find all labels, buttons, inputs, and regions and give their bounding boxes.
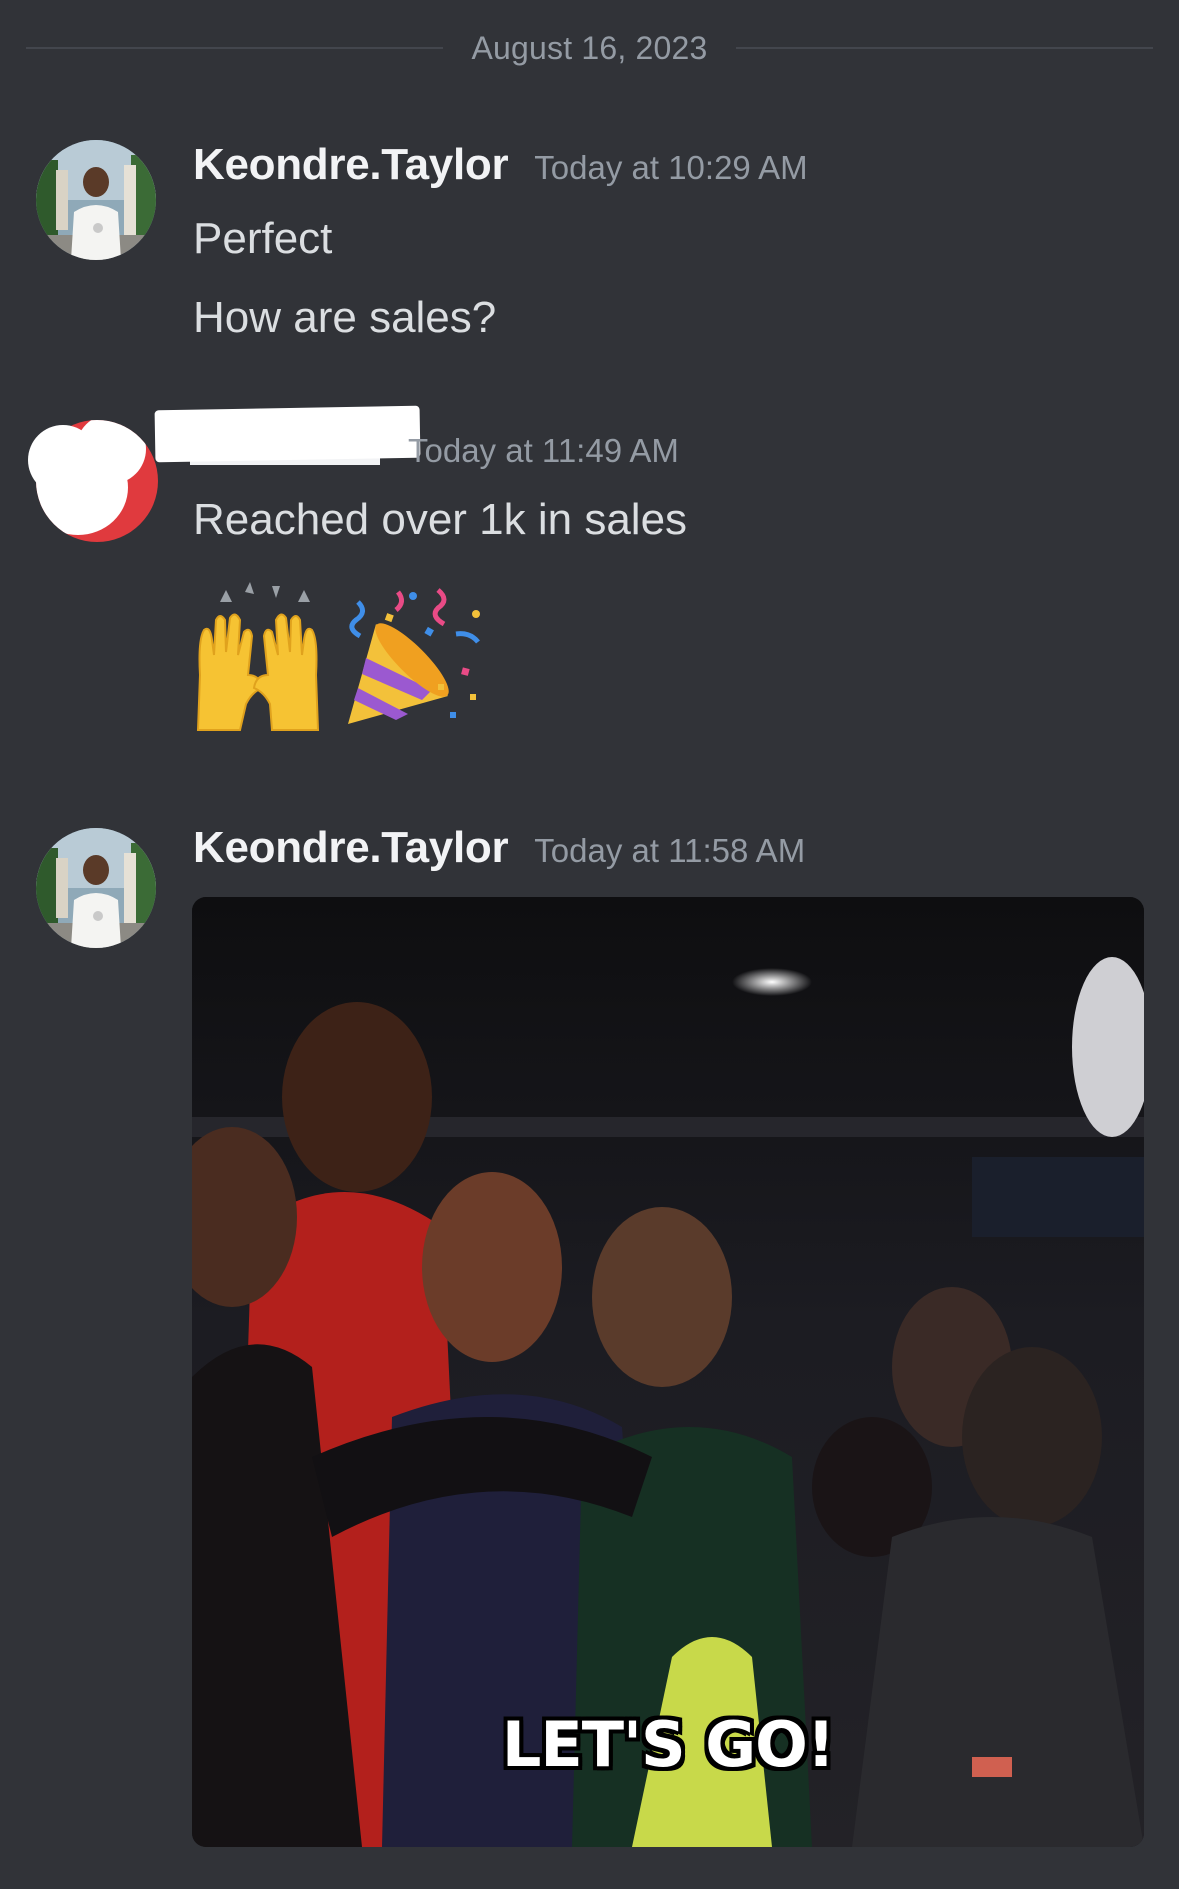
gif-attachment[interactable]: LET'S GO! (192, 897, 1144, 1847)
date-divider: August 16, 2023 (26, 28, 1154, 68)
redaction-mark (28, 425, 98, 495)
divider-line-right (735, 47, 1154, 49)
gif-caption: LET'S GO! (501, 1708, 835, 1781)
username[interactable]: Keondre.Taylor (193, 823, 509, 873)
message-text: How are sales? (193, 293, 497, 342)
message-header: Keondre.Taylor Today at 11:58 AM (193, 823, 805, 873)
timestamp: Today at 10:29 AM (534, 149, 808, 186)
divider-date: August 16, 2023 (471, 29, 708, 66)
message-header: Keondre.Taylor Today at 10:29 AM (193, 140, 808, 190)
timestamp: Today at 11:58 AM (534, 832, 806, 869)
party-popper-emoji (338, 584, 488, 738)
message-text: Perfect (193, 214, 333, 263)
timestamp: Today at 11:49 AM (408, 432, 679, 469)
redacted-username (154, 405, 421, 463)
avatar[interactable] (36, 140, 156, 260)
message-header: Today at 11:49 AM (408, 432, 679, 470)
emoji-row (190, 580, 490, 735)
message-text: Reached over 1k in sales (193, 495, 688, 544)
raising-hands-emoji (190, 580, 350, 739)
divider-line-left (26, 47, 444, 49)
avatar[interactable] (36, 828, 156, 948)
username[interactable]: Keondre.Taylor (193, 140, 509, 190)
